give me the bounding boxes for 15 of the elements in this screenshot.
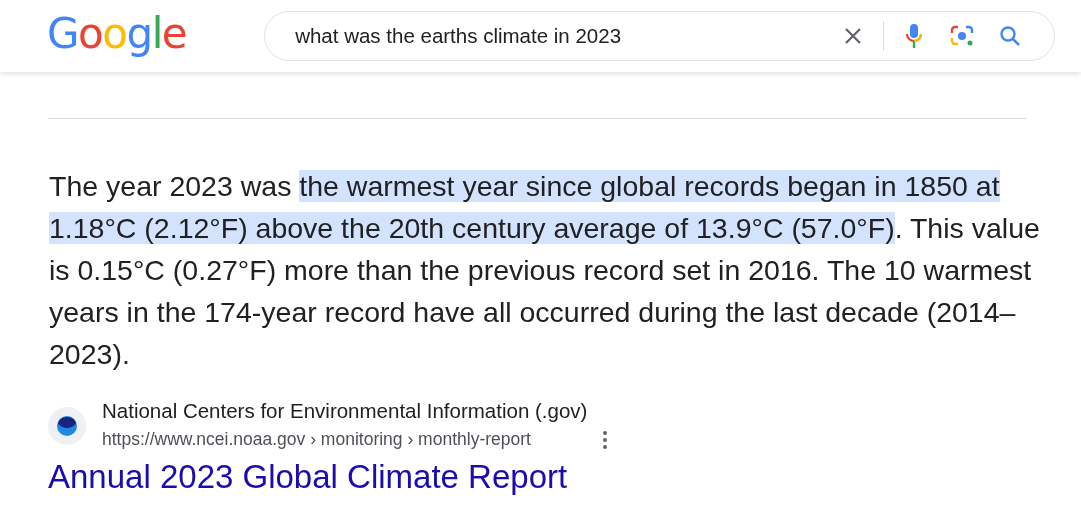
noaa-logo <box>56 415 78 437</box>
more-icon <box>602 430 607 449</box>
answer-snippet: The year 2023 was the warmest year since global records began in 1850 at 1.18°C (2.12°F) above the 20th century average of 13.9°C (57.0°F). This value is 0.15°C (0.27°F) more than the previous record set in 2016. The 10 warmest years in the 174-year record have all occurred during the last decade (2014–2023). <box>49 169 1041 372</box>
search-input[interactable]: what was the earths climate in 2023 <box>295 24 829 48</box>
site-favicon[interactable] <box>48 407 86 445</box>
result-title-link[interactable]: Annual 2023 Global Climate Report <box>48 458 568 496</box>
camera-icon <box>949 24 975 48</box>
microphone-icon <box>905 23 923 49</box>
logo[interactable]: Google <box>47 7 191 61</box>
search-icon <box>999 25 1021 47</box>
search-field[interactable]: what was the earths climate in 2023 <box>264 11 1055 61</box>
close-icon <box>844 27 862 45</box>
site-name[interactable]: National Centers for Environmental Information (.gov) <box>102 399 609 423</box>
more-options-button[interactable] <box>600 429 609 450</box>
result-url[interactable]: https://www.ncei.noaa.gov › monitoring › monthly-report <box>102 429 531 450</box>
